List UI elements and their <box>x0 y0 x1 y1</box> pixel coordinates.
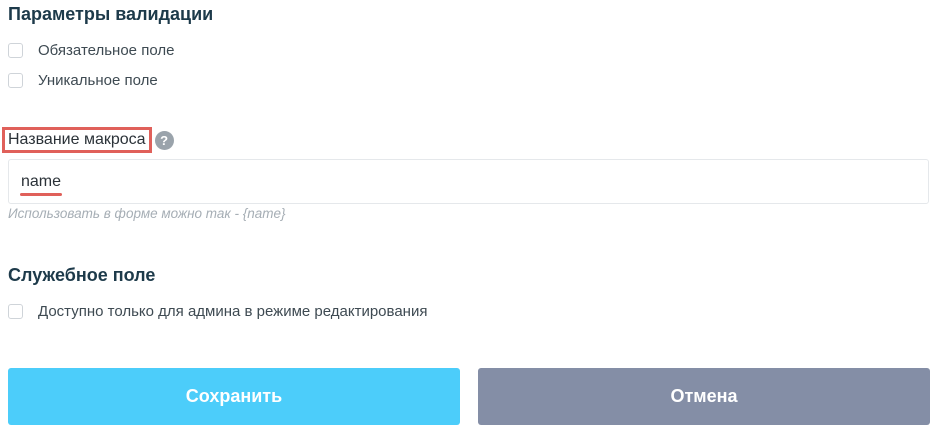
service-section-title: Служебное поле <box>8 265 156 285</box>
macro-name-input[interactable] <box>8 159 929 204</box>
admin-only-option[interactable]: Доступно только для админа в режиме реда… <box>8 302 427 320</box>
required-field-option[interactable]: Обязательное поле <box>8 41 174 59</box>
unique-field-label: Уникальное поле <box>38 71 158 89</box>
required-field-checkbox[interactable] <box>8 42 23 58</box>
unique-field-option[interactable]: Уникальное поле <box>8 71 158 89</box>
macro-label-row: Название макроса ? <box>2 127 174 153</box>
validation-section-title: Параметры валидации <box>8 4 214 24</box>
value-underline-highlight <box>20 193 62 196</box>
admin-only-checkbox[interactable] <box>8 303 23 319</box>
help-icon[interactable]: ? <box>154 130 174 150</box>
macro-name-label: Название макроса <box>2 127 152 153</box>
macro-usage-hint: Использовать в форме можно так - {name} <box>8 206 286 221</box>
admin-only-label: Доступно только для админа в режиме реда… <box>38 302 428 320</box>
save-button[interactable]: Сохранить <box>8 368 460 425</box>
field-settings-form: Параметры валидации Обязательное поле Ун… <box>0 0 932 429</box>
required-field-label: Обязательное поле <box>38 41 175 59</box>
cancel-button[interactable]: Отмена <box>478 368 930 425</box>
unique-field-checkbox[interactable] <box>8 72 23 88</box>
